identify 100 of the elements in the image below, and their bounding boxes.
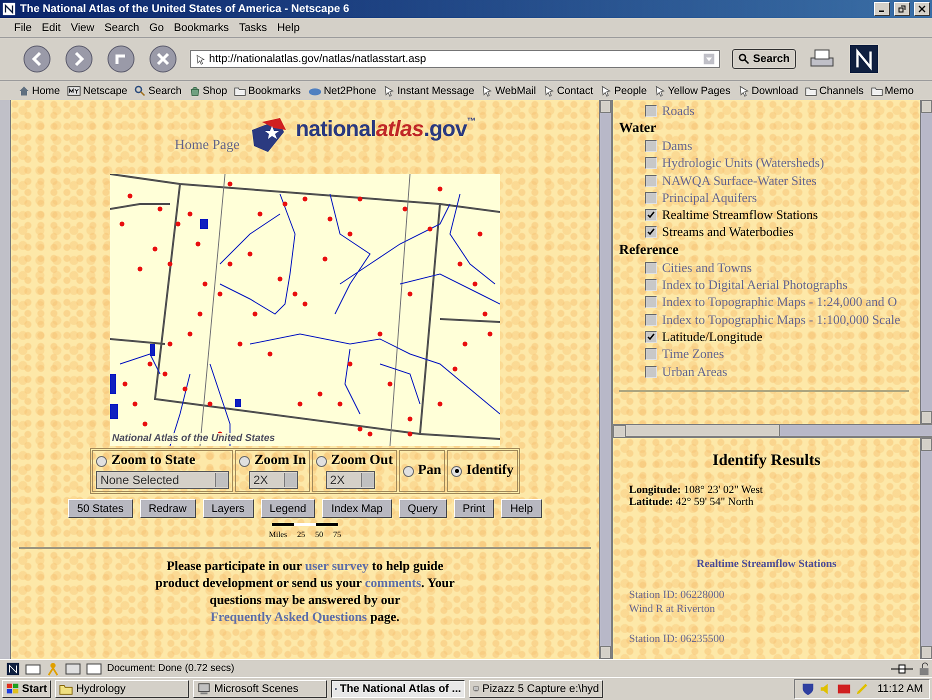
map-button[interactable]: Index Map [322,499,392,518]
layer-checkbox[interactable]: Latitude/Longitude [619,328,920,346]
windows-flag-icon [6,682,20,696]
menu-item[interactable]: Bookmarks [174,22,229,34]
station-id: Station ID: 06235500 [629,632,726,646]
house-icon [18,84,30,96]
map-button[interactable]: Print [454,499,494,518]
folder-icon [805,84,818,96]
vertical-scrollbar[interactable] [599,100,611,659]
message-link[interactable]: user survey [304,558,369,573]
magnifier-icon [134,84,146,96]
coordinate-text: Longitude: 108° 23' 02" West [629,484,764,496]
reload-icon[interactable] [106,44,136,74]
layer-checkbox[interactable]: Realtime Streamflow Stations [619,206,920,224]
taskbar-button[interactable]: The National Atlas of ... [331,680,466,698]
bookmark-link[interactable]: Yellow Pages [654,84,731,96]
url-field[interactable]: http://nationalatlas.gov/natlas/natlasstart.asp [190,50,720,68]
status-text: Document: Done (0.72 secs) [107,663,236,674]
bookmark-icon [738,84,750,96]
menu-item[interactable]: Tasks [238,22,268,34]
restore-icon [898,5,906,13]
message-link[interactable]: Frequently Asked Questions [210,609,367,624]
tool-radio[interactable]: Zoom to State [96,453,230,469]
menu-item[interactable]: Search [104,22,140,34]
bookmark-link[interactable]: WebMail [481,84,536,96]
search-button[interactable]: Search [732,49,796,69]
vertical-scrollbar[interactable] [920,100,932,424]
vertical-scrollbar[interactable] [920,438,932,659]
station-id: Station ID: 06228000 [629,588,726,602]
dropdown[interactable]: None Selected [96,471,230,489]
results-section-title: Realtime Streamflow Stations [696,558,838,570]
bookmark-link[interactable]: Shop [188,84,228,96]
site-logo: nationalatlas.gov™ [296,116,476,142]
bookmark-link[interactable]: Channels [805,84,864,96]
close-icon [918,5,926,13]
forward-icon[interactable] [64,44,94,74]
bookmark-link[interactable]: Net2Phone [308,84,376,98]
minimize-button[interactable] [874,2,890,16]
layer-checkbox[interactable]: Cities and Towns [619,259,920,276]
dropdown[interactable]: 2X [326,471,376,489]
shield-icon [801,682,816,696]
home-page-link[interactable]: Home Page [174,138,240,154]
bookmark-link[interactable]: Download [738,84,798,96]
folder-icon [59,682,74,696]
layer-group-title: Water [619,121,658,138]
person-icon [46,662,60,676]
scale-label: 50 [315,530,324,539]
bookmark-link[interactable]: Memo [870,84,914,96]
map-button[interactable]: 50 States [68,499,133,518]
taskbar-button[interactable]: Microsoft Scenes [193,680,328,698]
layer-checkbox[interactable]: Streams and Waterbodies [619,224,920,242]
horizontal-scrollbar[interactable] [613,424,932,436]
bookmark-link[interactable]: Home [18,84,60,96]
stop-icon[interactable] [148,44,178,74]
taskbar-button[interactable]: Pizazz 5 Capture e:\hyd [469,680,604,698]
menu-item[interactable]: Help [277,22,300,34]
bookmark-icon [654,84,666,96]
layer-checkbox[interactable]: Hydrologic Units (Watersheds) [619,154,920,172]
sidebar-grip[interactable] [0,100,11,659]
bookmark-link[interactable]: People [600,84,647,96]
layer-checkbox[interactable]: Time Zones [619,346,920,363]
map-button[interactable]: Layers [202,499,254,518]
layer-checkbox[interactable]: NAWQA Surface-Water Sites [619,172,920,190]
map-button[interactable]: Redraw [140,499,196,518]
bookmark-link[interactable]: Netscape [67,84,128,98]
layer-checkbox[interactable]: Urban Areas [619,362,920,380]
layer-checkbox[interactable]: Principal Aquifers [619,189,920,206]
layer-checkbox[interactable]: Roads [619,102,920,120]
tool-radio[interactable]: Zoom In [239,453,306,469]
results-title: Identify Results [711,452,822,470]
taskbar-button[interactable]: Hydrology [55,680,190,698]
layer-checkbox[interactable]: Index to Digital Aerial Photographs [619,276,920,294]
menu-item[interactable]: File [14,22,32,34]
restore-button[interactable] [894,2,910,16]
station-name: Wind R at Riverton [629,602,716,616]
close-button[interactable] [914,2,930,16]
bookmark-link[interactable]: Instant Message [383,84,474,96]
map-button[interactable]: Legend [260,499,316,518]
map-caption: National Atlas of the United States [112,433,275,444]
bookmark-link[interactable]: Search [134,84,182,96]
bookmark-icon [195,54,206,64]
tool-radio[interactable]: Zoom Out [316,453,393,469]
layer-checkbox[interactable]: Index to Topographic Maps - 1:100,000 Scale [619,310,920,328]
back-icon[interactable] [22,44,52,74]
layer-checkbox[interactable]: Dams [619,137,920,155]
bookmark-link[interactable]: Contact [542,84,594,96]
bag-icon [188,84,201,96]
map-button[interactable]: Help [501,499,542,518]
message-link[interactable]: comments [364,575,422,590]
menu-item[interactable]: Go [149,22,164,34]
start-button[interactable]: Start [2,680,52,698]
map-button[interactable]: Query [398,499,447,518]
layer-checkbox[interactable]: Index to Topographic Maps - 1:24,000 and O [619,294,920,311]
netscape-logo-icon [850,45,878,73]
clock: 11:12 AM [877,683,923,695]
map-view[interactable]: National Atlas of the United States [110,174,500,446]
menu-item[interactable]: Edit [42,22,61,34]
dropdown[interactable]: 2X [249,471,298,489]
bookmark-link[interactable]: Bookmarks [234,84,301,96]
menu-item[interactable]: View [70,22,94,34]
